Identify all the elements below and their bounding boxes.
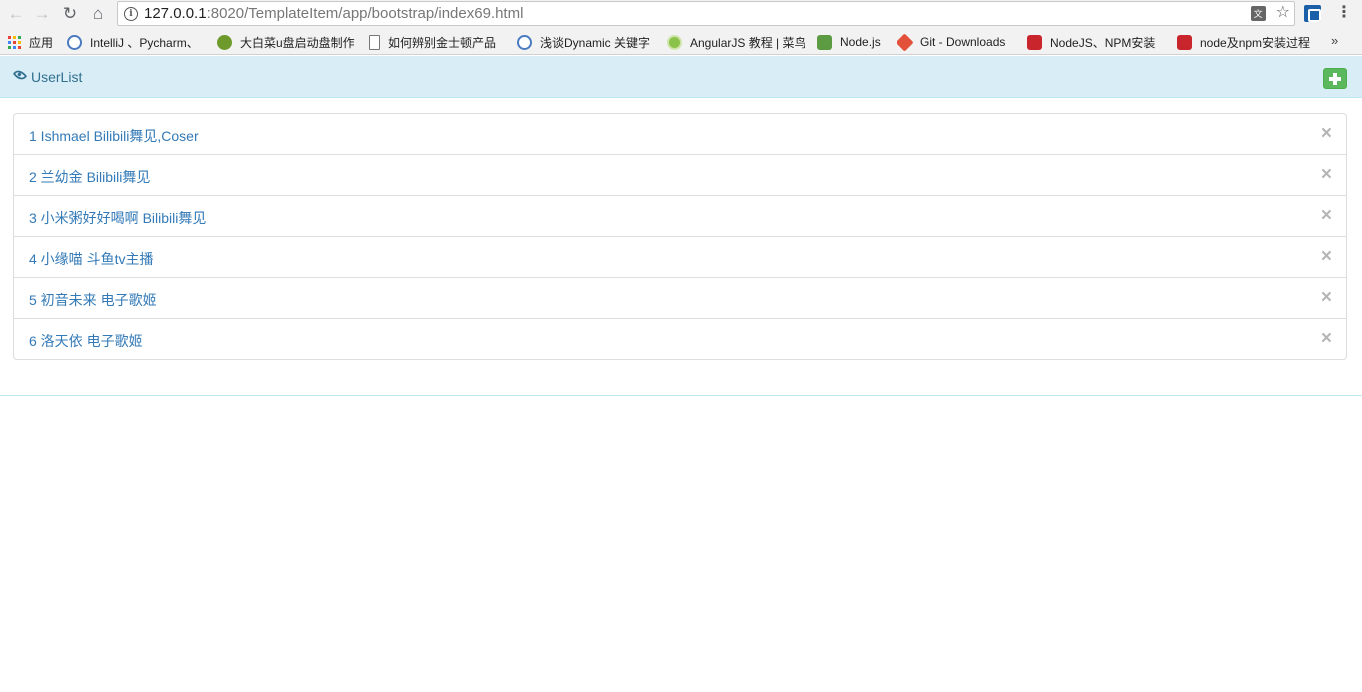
list-item: 2 兰幼金 Bilibili舞见 × [14,154,1346,195]
bookmark-nodejs-npm[interactable]: NodeJS、NPM安装 [1027,33,1167,51]
close-icon[interactable]: × [1321,329,1332,349]
angular-icon [667,34,682,50]
page-title: UserList [31,69,83,85]
user-link[interactable]: 3 小米粥好好喝啊 Bilibili舞见 [29,208,206,228]
info-icon[interactable]: i [124,6,138,21]
menu-dots-icon[interactable]: ⋮ [1336,4,1352,22]
user-link[interactable]: 5 初音未来 电子歌姬 [29,290,157,310]
close-icon[interactable]: × [1321,206,1332,226]
home-button[interactable]: ⌂ [86,2,110,26]
bookmark-nodejs[interactable]: Node.js [817,33,889,51]
reload-button[interactable]: ↻ [58,2,82,26]
page-content: UserList 1 Ishmael Bilibili舞见,Coser × 2 … [0,56,1362,692]
list-item: 4 小缘喵 斗鱼tv主播 × [14,236,1346,277]
list-item: 6 洛天依 电子歌姬 × [14,318,1346,359]
bookmark-kingston[interactable]: 如何辨别金士顿产品 [369,33,504,51]
plus-icon [1329,72,1341,85]
close-icon[interactable]: × [1321,247,1332,267]
eye-icon [12,67,28,83]
user-list: 1 Ishmael Bilibili舞见,Coser × 2 兰幼金 Bilib… [13,113,1347,360]
page-icon [369,34,380,50]
browser-toolbar: ← → ↻ ⌂ i 127.0.0.1:8020/TemplateItem/ap… [0,0,1362,28]
user-link[interactable]: 6 洛天依 电子歌姬 [29,331,143,351]
mushroom-icon [217,34,232,50]
bookmark-dynamic[interactable]: 浅谈Dynamic 关键字 [517,33,655,51]
list-item: 1 Ishmael Bilibili舞见,Coser × [14,114,1346,154]
panel-footer-divider [0,395,1362,396]
translate-icon[interactable]: 文 [1250,5,1266,21]
node-icon [817,34,832,50]
list-item: 3 小米粥好好喝啊 Bilibili舞见 × [14,195,1346,236]
user-link[interactable]: 2 兰幼金 Bilibili舞见 [29,167,150,187]
star-icon[interactable]: ☆ [1276,5,1290,21]
back-button[interactable]: ← [4,2,28,26]
c-icon [1177,34,1192,50]
bookmark-git[interactable]: Git - Downloads [897,33,1019,51]
bookmark-node-npm-install[interactable]: node及npm安装过程 [1177,33,1321,51]
close-icon[interactable]: × [1321,288,1332,308]
bookmark-intellij[interactable]: IntelliJ 、Pycharm、 [67,33,207,51]
apps-grid-icon [8,35,21,49]
forward-button[interactable]: → [30,2,54,26]
bookmark-dabaicai[interactable]: 大白菜u盘启动盘制作 [217,33,357,51]
add-user-button[interactable] [1323,68,1347,89]
url-text: 127.0.0.1:8020/TemplateItem/app/bootstra… [144,5,524,22]
c-icon [1027,34,1042,50]
bookmarks-bar: 应用 IntelliJ 、Pycharm、 大白菜u盘启动盘制作 如何辨别金士顿… [0,28,1362,55]
bookmark-apps[interactable]: 应用 [8,33,53,51]
chrome-icon [67,34,82,50]
bookmark-angularjs[interactable]: AngularJS 教程 | 菜鸟 [667,33,805,51]
close-icon[interactable]: × [1321,165,1332,185]
close-icon[interactable]: × [1321,124,1332,144]
chevron-more-icon[interactable]: » [1331,33,1338,48]
chrome-icon [517,34,532,50]
panel-heading: UserList [0,56,1362,98]
user-link[interactable]: 1 Ishmael Bilibili舞见,Coser [29,126,199,146]
user-link[interactable]: 4 小缘喵 斗鱼tv主播 [29,249,153,269]
extension-icon[interactable] [1304,5,1321,22]
address-bar[interactable]: i 127.0.0.1:8020/TemplateItem/app/bootst… [117,1,1295,26]
git-icon [897,33,914,51]
list-item: 5 初音未来 电子歌姬 × [14,277,1346,318]
